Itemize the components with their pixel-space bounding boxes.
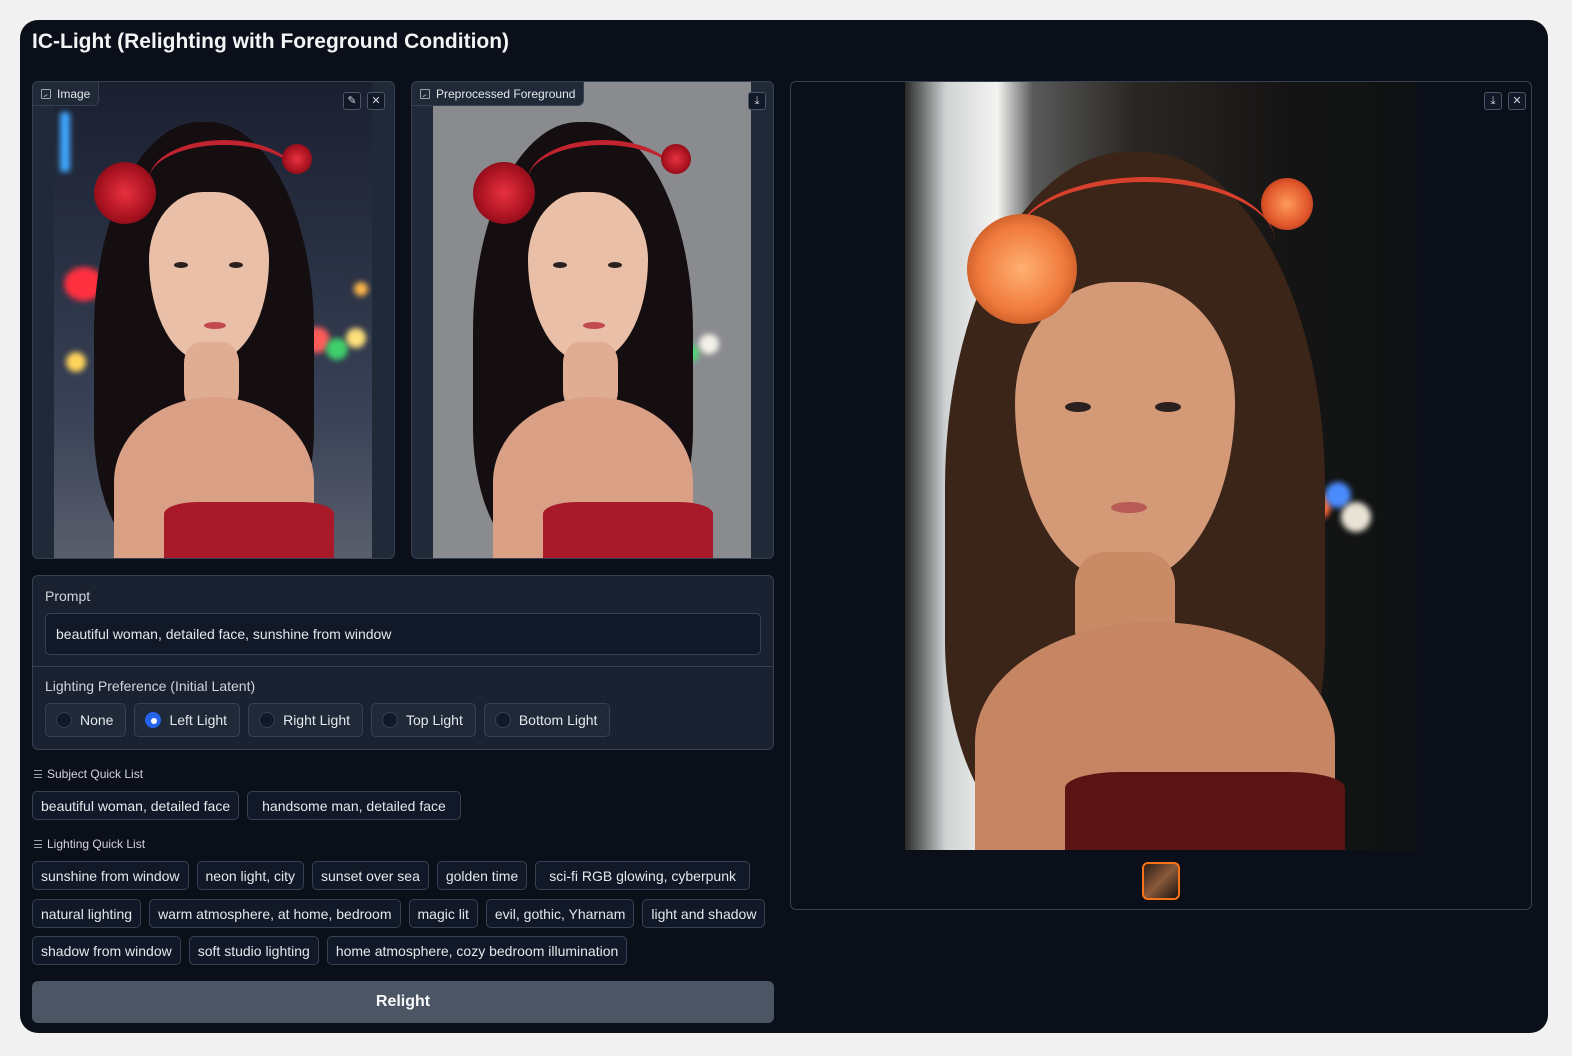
- preprocessed-foreground-panel[interactable]: Preprocessed Foreground ⤓: [411, 81, 774, 559]
- input-image-label: Image: [33, 82, 100, 106]
- page-title: IC-Light (Relighting with Foreground Con…: [32, 30, 510, 53]
- subject-chip[interactable]: handsome man, detailed face: [247, 791, 461, 820]
- download-icon[interactable]: ⤓: [748, 92, 766, 110]
- output-gallery: ⤓ ✕: [790, 81, 1532, 910]
- lighting-quick-list-row: sunshine from window neon light, city su…: [32, 861, 750, 890]
- lighting-quick-list-row: shadow from window soft studio lighting …: [32, 936, 628, 965]
- list-icon: [34, 840, 42, 848]
- radio-circle: [382, 712, 399, 728]
- subject-quick-list: beautiful woman, detailed face handsome …: [32, 791, 461, 820]
- radio-top-light[interactable]: Top Light: [371, 703, 476, 737]
- relight-button[interactable]: Relight: [32, 981, 774, 1023]
- input-image-panel[interactable]: Image ✎ ✕: [32, 81, 395, 559]
- radio-circle: [259, 712, 276, 728]
- lighting-chip[interactable]: neon light, city: [196, 861, 305, 890]
- lighting-chip[interactable]: sci-fi RGB glowing, cyberpunk: [535, 861, 750, 890]
- lighting-chip[interactable]: golden time: [436, 861, 528, 890]
- lighting-quick-list-label: Lighting Quick List: [34, 837, 145, 851]
- download-icon[interactable]: ⤓: [1484, 92, 1502, 110]
- divider: [33, 666, 773, 667]
- pencil-icon[interactable]: ✎: [343, 92, 361, 110]
- lighting-chip[interactable]: magic lit: [408, 899, 478, 928]
- radio-right-light[interactable]: Right Light: [248, 703, 364, 737]
- close-icon[interactable]: ✕: [1508, 92, 1526, 110]
- radio-circle-selected: [145, 712, 162, 728]
- lighting-chip[interactable]: home atmosphere, cozy bedroom illuminati…: [326, 936, 628, 965]
- lighting-chip[interactable]: soft studio lighting: [188, 936, 319, 965]
- prompt-block: Prompt beautiful woman, detailed face, s…: [32, 575, 774, 750]
- gallery-thumbnail[interactable]: [1142, 862, 1180, 900]
- subject-chip[interactable]: beautiful woman, detailed face: [32, 791, 240, 820]
- preprocessed-portrait-image: [433, 82, 751, 558]
- radio-bottom-light[interactable]: Bottom Light: [483, 703, 611, 737]
- list-icon: [34, 770, 42, 778]
- prompt-label: Prompt: [45, 588, 91, 604]
- lighting-chip[interactable]: sunset over sea: [312, 861, 429, 890]
- lighting-preference-label: Lighting Preference (Initial Latent): [45, 678, 256, 694]
- radio-circle: [494, 712, 511, 728]
- lighting-chip[interactable]: evil, gothic, Yharnam: [485, 899, 635, 928]
- close-icon[interactable]: ✕: [367, 92, 385, 110]
- input-portrait-image: [54, 82, 372, 558]
- radio-none[interactable]: None: [45, 703, 127, 737]
- lighting-preference-radio-group: None Left Light Right Light Top Light Bo…: [45, 703, 611, 737]
- preprocessed-foreground-label: Preprocessed Foreground: [412, 82, 585, 106]
- lighting-chip[interactable]: shadow from window: [32, 936, 181, 965]
- radio-left-light[interactable]: Left Light: [134, 703, 241, 737]
- lighting-quick-list-row: natural lighting warm atmosphere, at hom…: [32, 899, 766, 928]
- image-icon: [420, 88, 430, 99]
- radio-circle: [56, 712, 72, 728]
- prompt-input[interactable]: beautiful woman, detailed face, sunshine…: [45, 613, 761, 655]
- lighting-chip[interactable]: light and shadow: [642, 899, 766, 928]
- relit-portrait-image[interactable]: [905, 82, 1417, 850]
- app-window: IC-Light (Relighting with Foreground Con…: [20, 20, 1548, 1033]
- lighting-chip[interactable]: sunshine from window: [32, 861, 189, 890]
- lighting-chip[interactable]: natural lighting: [32, 899, 142, 928]
- subject-quick-list-label: Subject Quick List: [34, 767, 143, 781]
- image-icon: [41, 88, 51, 99]
- lighting-chip[interactable]: warm atmosphere, at home, bedroom: [149, 899, 401, 928]
